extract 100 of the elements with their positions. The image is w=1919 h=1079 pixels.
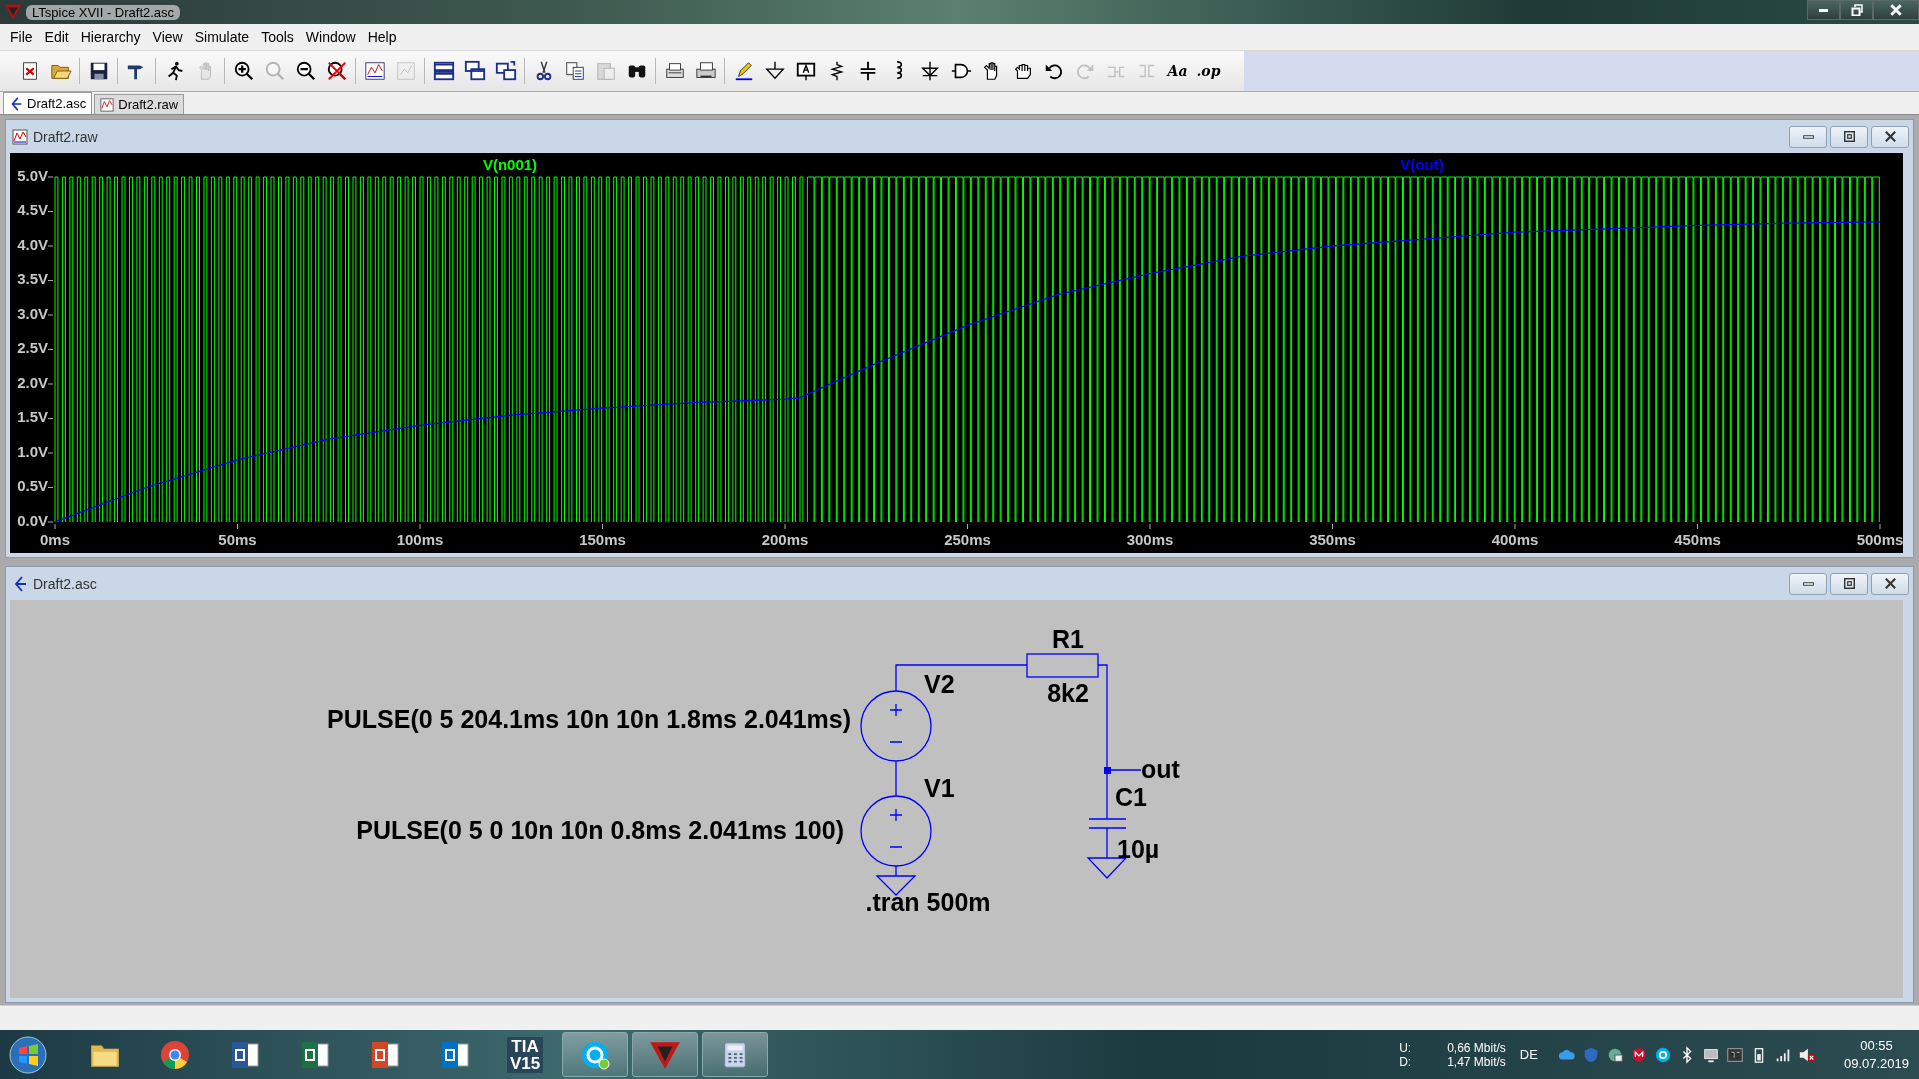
ground-symbol[interactable]	[876, 865, 917, 896]
component-ref[interactable]: C1	[1115, 782, 1147, 811]
axis-label: 4.0V	[17, 235, 48, 253]
minimize-button[interactable]	[1789, 572, 1827, 595]
menu-item[interactable]: Help	[361, 27, 403, 47]
component-value[interactable]: 8k2	[1047, 678, 1089, 707]
tick-mark	[47, 211, 54, 212]
minimize-button[interactable]	[1789, 125, 1827, 148]
text-tool-button[interactable]: Aa	[1162, 56, 1193, 86]
axis-label: 100ms	[396, 530, 444, 548]
trace-label[interactable]: V(n001)	[482, 155, 538, 173]
document-tab[interactable]: Draft2.raw	[94, 94, 185, 114]
menu-item[interactable]: Edit	[38, 27, 75, 47]
ground-icon	[763, 60, 786, 82]
axis-label: 300ms	[1126, 530, 1174, 548]
wire	[895, 760, 897, 797]
menu-item[interactable]: Hierarchy	[74, 27, 147, 47]
browser-icon	[159, 1038, 191, 1071]
axis-label: 150ms	[579, 530, 626, 548]
menu-item[interactable]: Simulate	[188, 27, 256, 47]
window-title: LTspice XVII - Draft2.asc	[26, 4, 181, 20]
inductor-icon	[894, 60, 903, 82]
clock-date[interactable]: 09.07.2019	[1843, 1054, 1909, 1073]
taskbar-app-button[interactable]	[562, 1032, 628, 1077]
component-ref[interactable]: V2	[924, 669, 955, 698]
tick-mark	[47, 383, 54, 385]
tile-windows-icon	[494, 60, 517, 82]
chat-app-icon[interactable]	[1653, 1045, 1672, 1064]
clock-time[interactable]: 00:55	[1860, 1036, 1893, 1055]
axis-label: 4.5V	[17, 201, 48, 219]
window-rows-icon	[432, 60, 455, 82]
tick-mark	[1697, 523, 1698, 530]
axis-label: 0ms	[40, 530, 70, 548]
capacitor-symbol[interactable]	[1088, 818, 1127, 829]
tick-mark	[419, 523, 421, 530]
voltage-source-symbol[interactable]	[860, 795, 932, 867]
axis-label: 50ms	[218, 530, 257, 548]
download-label: D:	[1399, 1054, 1412, 1069]
minimize-icon	[1802, 134, 1814, 139]
net-label[interactable]: out	[1141, 754, 1180, 783]
label-box-icon	[794, 60, 817, 82]
restore-button[interactable]	[1840, 0, 1873, 20]
axis-label: 3.0V	[17, 304, 48, 322]
spice-directive[interactable]: .tran 500m	[865, 887, 991, 916]
axis-label: 400ms	[1491, 530, 1539, 548]
menu-item[interactable]: Window	[299, 27, 362, 47]
axis-label: 1.0V	[17, 442, 48, 460]
axis-label: 350ms	[1309, 530, 1356, 548]
tick-mark	[47, 280, 54, 281]
component-value[interactable]: PULSE(0 5 204.1ms 10n 10n 1.8ms 2.041ms)	[327, 704, 851, 733]
tick-mark	[237, 523, 238, 530]
component-value[interactable]: PULSE(0 5 0 10n 10n 0.8ms 2.041ms 100)	[356, 815, 844, 844]
upload-label: U:	[1399, 1040, 1412, 1055]
axis-label: 500ms	[1856, 530, 1903, 548]
close-button[interactable]	[1873, 0, 1919, 20]
taskbar-app-button[interactable]: TIA V15	[492, 1032, 558, 1077]
schematic-icon	[12, 575, 28, 592]
close-button[interactable]	[1871, 125, 1909, 148]
tick-mark	[1879, 523, 1881, 530]
maximize-button[interactable]	[1830, 125, 1868, 148]
tick-mark	[47, 452, 54, 454]
minimize-icon	[1819, 8, 1828, 12]
axis-label: 5.0V	[17, 166, 48, 184]
axis-label: 3.5V	[17, 270, 48, 288]
taskbar-app-button[interactable]	[702, 1032, 768, 1077]
spice-directive-button[interactable]: .op	[1193, 56, 1224, 86]
tick-mark	[1514, 523, 1516, 530]
keyboard-icon[interactable]	[1725, 1045, 1744, 1064]
component-value[interactable]: 10µ	[1117, 834, 1160, 863]
tick-mark	[47, 176, 54, 178]
menu-item[interactable]: Tools	[255, 27, 300, 47]
schematic-icon	[9, 96, 23, 111]
tick-mark	[1149, 523, 1151, 530]
maximize-button[interactable]	[1830, 572, 1868, 595]
close-icon	[1884, 578, 1896, 589]
document-tab[interactable]: Draft2.asc	[3, 92, 93, 114]
chart-icon	[363, 60, 386, 82]
close-button[interactable]	[1871, 572, 1909, 595]
tick-mark	[47, 245, 54, 247]
tick-mark	[967, 523, 968, 530]
taskbar-app-button[interactable]	[632, 1032, 698, 1077]
window-title: Draft2.raw	[33, 128, 98, 145]
paste-icon	[594, 60, 617, 82]
tick-mark	[47, 314, 54, 316]
tick-mark	[47, 487, 54, 488]
copy-icon	[563, 60, 586, 82]
magnifier-icon	[263, 60, 286, 82]
resistor-symbol[interactable]	[1026, 653, 1099, 678]
component-ref[interactable]: V1	[924, 773, 955, 802]
axis-label: 0.0V	[17, 511, 48, 529]
minimize-button[interactable]	[1807, 0, 1840, 20]
crossed-magnifier-icon	[325, 60, 348, 82]
axis-label: 1.5V	[17, 408, 48, 426]
menu-item[interactable]: View	[146, 27, 189, 47]
component-ref[interactable]: R1	[1052, 624, 1084, 653]
zoom-out-icon	[294, 60, 317, 82]
cascade-windows-icon	[463, 60, 486, 82]
menu-item[interactable]: File	[4, 27, 39, 47]
language-indicator[interactable]: DE	[1519, 1047, 1538, 1062]
axis-label: 2.0V	[17, 373, 48, 391]
